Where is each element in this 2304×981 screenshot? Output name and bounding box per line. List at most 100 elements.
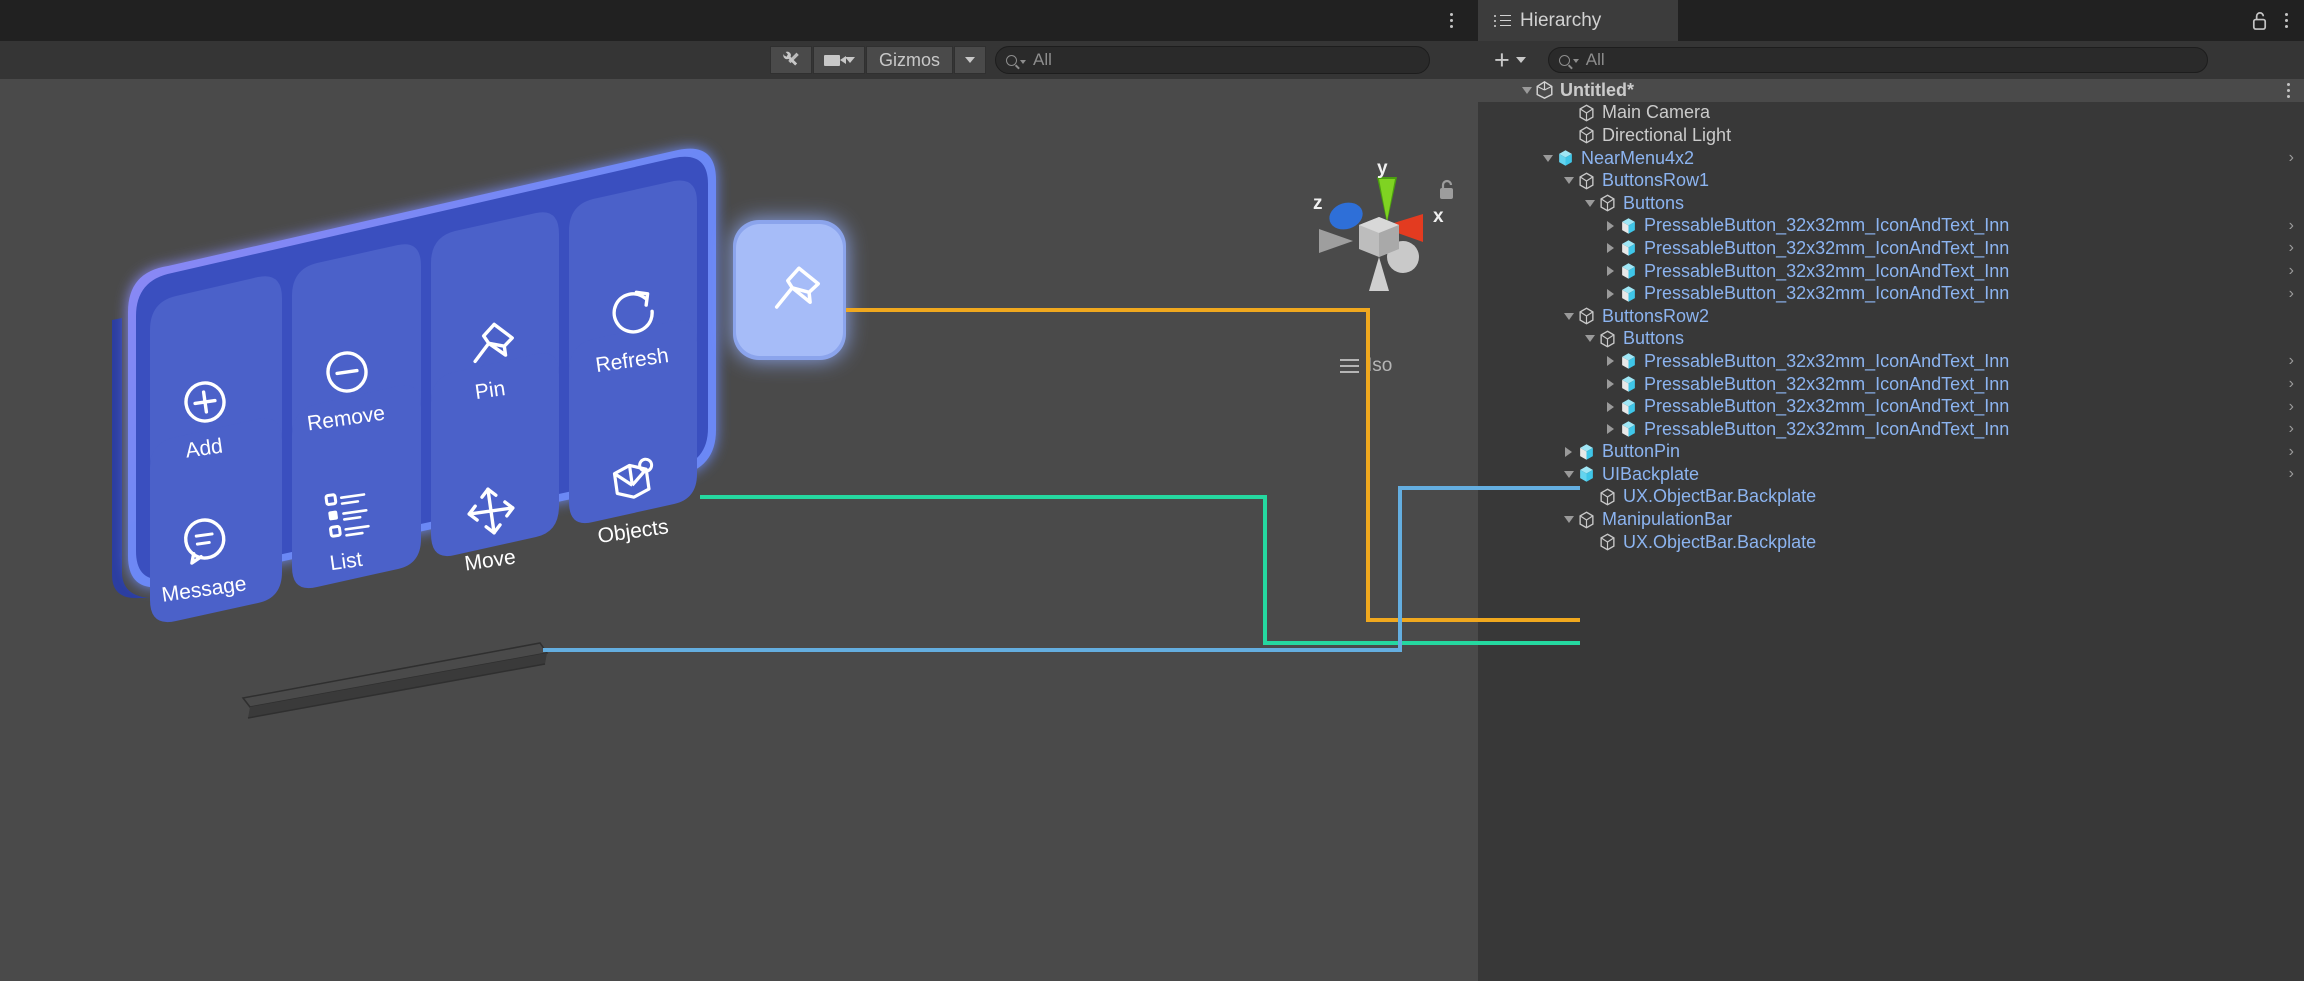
hierarchy-row-untitled-[interactable]: Untitled* <box>1478 79 2304 102</box>
open-prefab-chevron-icon[interactable]: › <box>2289 352 2294 370</box>
hierarchy-row-pressablebutton-32x32mm-iconandtext-inn[interactable]: PressableButton_32x32mm_IconAndText_Inn › <box>1478 237 2304 260</box>
button-pin-3d-object[interactable] <box>733 220 846 360</box>
open-prefab-chevron-icon[interactable]: › <box>2289 443 2294 461</box>
hierarchy-row-main-camera[interactable]: Main Camera <box>1478 102 2304 125</box>
twisty-expanded[interactable] <box>1539 154 1556 162</box>
open-prefab-chevron-icon[interactable]: › <box>2289 149 2294 167</box>
unity-scene-icon-icon <box>1536 81 1553 100</box>
twisty-collapsed[interactable] <box>1602 288 1619 299</box>
camera-view-button[interactable] <box>813 46 865 74</box>
prefab-icon-icon <box>1559 150 1572 166</box>
twisty-collapsed[interactable] <box>1560 446 1577 457</box>
open-prefab-chevron-icon[interactable]: › <box>2289 375 2294 393</box>
open-prefab-chevron-icon[interactable]: › <box>2289 262 2294 280</box>
twisty-collapsed[interactable] <box>1602 424 1619 435</box>
twisty-expanded[interactable] <box>1518 86 1535 94</box>
hierarchy-row-buttons[interactable]: Buttons <box>1478 192 2304 215</box>
hierarchy-row-ux-objectbar-backplate[interactable]: UX.ObjectBar.Backplate <box>1478 486 2304 509</box>
twisty-collapsed[interactable] <box>1602 379 1619 390</box>
gameobject-icon-icon <box>1579 307 1594 325</box>
scene-row-more-options-icon[interactable] <box>2287 82 2290 98</box>
scene-unlocked-padlock-icon[interactable] <box>1437 179 1457 201</box>
hierarchy-row-buttonpin[interactable]: ButtonPin › <box>1478 441 2304 464</box>
scene-more-options-icon[interactable] <box>1442 8 1460 32</box>
twisty-expanded[interactable] <box>1560 516 1577 524</box>
prefab-variant-icon-icon <box>1622 218 1635 234</box>
open-prefab-chevron-icon[interactable]: › <box>2289 420 2294 438</box>
gizmos-dropdown-button[interactable] <box>954 46 987 74</box>
hierarchy-row-uibackplate[interactable]: UIBackplate › <box>1478 463 2304 486</box>
near-menu-3d-object[interactable]: Add Remove Pin Refresh Message List Move… <box>0 79 1478 981</box>
manipulation-bar-3d-object[interactable] <box>241 642 549 719</box>
open-prefab-chevron-icon[interactable]: › <box>2289 465 2294 483</box>
tools-button[interactable] <box>770 46 812 74</box>
wrench-screwdriver-icon <box>783 51 799 66</box>
hierarchy-panel: Hierarchy + All Untitled* Main Camera Di… <box>1478 0 2304 981</box>
expanded-triangle-icon <box>1521 86 1532 94</box>
hierarchy-row-nearmenu4x2[interactable]: NearMenu4x2 › <box>1478 147 2304 170</box>
hierarchy-row-label: UX.ObjectBar.Backplate <box>1623 531 1817 552</box>
twisty-collapsed[interactable] <box>1602 220 1619 231</box>
hierarchy-row-pressablebutton-32x32mm-iconandtext-inn[interactable]: PressableButton_32x32mm_IconAndText_Inn › <box>1478 395 2304 418</box>
gameobject-icon-icon <box>1579 126 1594 144</box>
hierarchy-row-pressablebutton-32x32mm-iconandtext-inn[interactable]: PressableButton_32x32mm_IconAndText_Inn › <box>1478 350 2304 373</box>
twisty-expanded[interactable] <box>1560 177 1577 185</box>
chevron-down-icon <box>844 57 855 63</box>
hierarchy-search-input[interactable]: All <box>1547 47 2208 73</box>
hierarchy-row-pressablebutton-32x32mm-iconandtext-inn[interactable]: PressableButton_32x32mm_IconAndText_Inn › <box>1478 418 2304 441</box>
hierarchy-row-directional-light[interactable]: Directional Light <box>1478 124 2304 147</box>
twisty-expanded[interactable] <box>1560 470 1577 478</box>
axis-label-x: x <box>1433 206 1444 227</box>
twisty-collapsed[interactable] <box>1602 356 1619 367</box>
open-prefab-chevron-icon[interactable]: › <box>2289 285 2294 303</box>
prefab-variant-icon-icon <box>1622 240 1635 257</box>
hierarchy-row-label: ManipulationBar <box>1602 509 1733 530</box>
scene-viewport[interactable]: Add Remove Pin Refresh Message List Move… <box>0 79 1478 981</box>
collapsed-triangle-icon <box>1607 266 1614 277</box>
hierarchy-tabbar: Hierarchy <box>1478 0 2304 41</box>
open-prefab-chevron-icon[interactable]: › <box>2289 398 2294 416</box>
hierarchy-row-label: ButtonPin <box>1602 441 1681 462</box>
scene-toolbar: Gizmos All <box>0 41 1478 79</box>
gameobject-icon-icon <box>1579 172 1594 190</box>
expanded-triangle-icon <box>1584 199 1595 207</box>
hierarchy-row-pressablebutton-32x32mm-iconandtext-inn[interactable]: PressableButton_32x32mm_IconAndText_Inn › <box>1478 373 2304 396</box>
gameobject-icon-icon <box>1600 330 1615 348</box>
hierarchy-row-manipulationbar[interactable]: ManipulationBar <box>1478 508 2304 531</box>
hierarchy-search-placeholder: All <box>1585 50 1605 69</box>
twisty-collapsed[interactable] <box>1602 243 1619 254</box>
twisty-expanded[interactable] <box>1581 335 1598 343</box>
expanded-triangle-icon <box>1563 470 1574 478</box>
open-prefab-chevron-icon[interactable]: › <box>2289 239 2294 257</box>
twisty-expanded[interactable] <box>1581 199 1598 207</box>
hierarchy-row-pressablebutton-32x32mm-iconandtext-inn[interactable]: PressableButton_32x32mm_IconAndText_Inn › <box>1478 260 2304 283</box>
hierarchy-row-buttonsrow2[interactable]: ButtonsRow2 <box>1478 305 2304 328</box>
expanded-triangle-icon <box>1563 177 1574 185</box>
search-icon <box>1558 54 1570 66</box>
twisty-expanded[interactable] <box>1560 312 1577 320</box>
hierarchy-tree[interactable]: Untitled* Main Camera Directional Light Nea… <box>1478 79 2304 981</box>
axis-label-z: z <box>1313 193 1323 214</box>
hierarchy-row-label: PressableButton_32x32mm_IconAndText_Inn <box>1644 396 2010 417</box>
hierarchy-row-ux-objectbar-backplate[interactable]: UX.ObjectBar.Backplate <box>1478 531 2304 554</box>
hierarchy-row-pressablebutton-32x32mm-iconandtext-inn[interactable]: PressableButton_32x32mm_IconAndText_Inn › <box>1478 215 2304 238</box>
hierarchy-row-label: PressableButton_32x32mm_IconAndText_Inn <box>1644 373 2010 394</box>
hierarchy-row-label: Directional Light <box>1602 124 1732 145</box>
twisty-collapsed[interactable] <box>1602 401 1619 412</box>
hierarchy-row-buttonsrow1[interactable]: ButtonsRow1 <box>1478 169 2304 192</box>
twisty-collapsed[interactable] <box>1602 266 1619 277</box>
gameobject-icon-icon <box>1600 533 1615 551</box>
gameobject-icon-icon <box>1579 104 1594 122</box>
hierarchy-row-pressablebutton-32x32mm-iconandtext-inn[interactable]: PressableButton_32x32mm_IconAndText_Inn › <box>1478 282 2304 305</box>
hierarchy-row-label: PressableButton_32x32mm_IconAndText_Inn <box>1644 350 2010 371</box>
tab-hierarchy[interactable]: Hierarchy <box>1478 0 1678 41</box>
hierarchy-unlocked-padlock-icon[interactable] <box>2250 10 2269 31</box>
open-prefab-chevron-icon[interactable]: › <box>2289 217 2294 235</box>
hierarchy-row-buttons[interactable]: Buttons <box>1478 328 2304 351</box>
hierarchy-more-options-icon[interactable] <box>2285 13 2288 28</box>
scene-search-input[interactable]: All <box>995 46 1431 74</box>
expanded-triangle-icon <box>1584 335 1595 343</box>
scene-projection-toggle[interactable]: Iso <box>1340 355 1392 377</box>
add-gameobject-button[interactable]: + <box>1490 47 1530 74</box>
gizmos-button[interactable]: Gizmos <box>866 46 954 74</box>
